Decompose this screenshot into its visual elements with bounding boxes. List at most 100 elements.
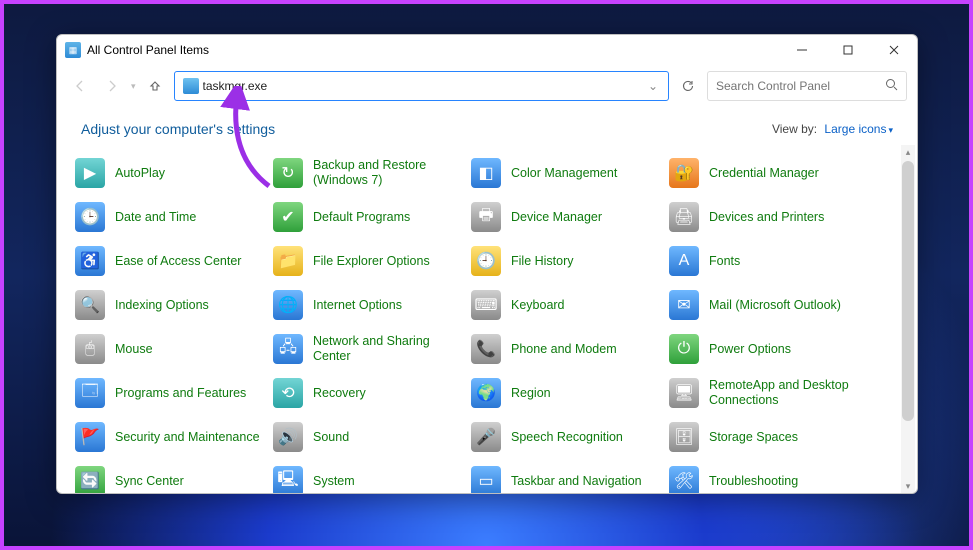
control-panel-item[interactable]: 🌍Region (471, 373, 669, 413)
page-title: Adjust your computer's settings (81, 121, 275, 137)
content-area: ▶AutoPlay↻ Backup and Restore (Windows 7)… (57, 145, 917, 493)
control-panel-item[interactable]: ↻ Backup and Restore (Windows 7) (273, 153, 471, 193)
navigation-bar: ▾ ⌄ (57, 65, 917, 107)
scroll-down-icon[interactable]: ▾ (901, 479, 915, 493)
control-panel-item[interactable]: 🗄Storage Spaces (669, 417, 867, 457)
item-icon: 🖧 (273, 334, 303, 364)
item-label: System (313, 474, 355, 489)
item-label: Power Options (709, 342, 791, 357)
titlebar: ▦ All Control Panel Items (57, 35, 917, 65)
item-label: Troubleshooting (709, 474, 798, 489)
item-icon: A (669, 246, 699, 276)
control-panel-item[interactable]: 🖥 RemoteApp and Desktop Connections (669, 373, 867, 413)
item-label: Network and Sharing Center (313, 334, 463, 364)
address-bar-icon (183, 78, 199, 94)
control-panel-item[interactable]: 🛠Troubleshooting (669, 461, 867, 493)
control-panel-item[interactable]: 🔊 Sound (273, 417, 471, 457)
control-panel-item[interactable]: ✉Mail (Microsoft Outlook) (669, 285, 867, 325)
item-label: Default Programs (313, 210, 410, 225)
refresh-button[interactable] (675, 73, 701, 99)
maximize-button[interactable] (825, 35, 871, 65)
item-icon: 🕘 (471, 246, 501, 276)
item-label: Backup and Restore (Windows 7) (313, 158, 463, 188)
control-panel-item[interactable]: ✔Default Programs (273, 197, 471, 237)
view-by: View by: Large icons▾ (772, 122, 893, 136)
up-button[interactable] (142, 73, 168, 99)
item-label: Device Manager (511, 210, 602, 225)
item-icon: ♿ (75, 246, 105, 276)
item-icon: 🔊 (273, 422, 303, 452)
control-panel-item[interactable]: 🎤Speech Recognition (471, 417, 669, 457)
window-title: All Control Panel Items (87, 43, 209, 57)
control-panel-item[interactable]: ◧Color Management (471, 153, 669, 193)
item-icon: 🎤 (471, 422, 501, 452)
control-panel-icon: ▦ (65, 42, 81, 58)
recent-dropdown-icon[interactable]: ▾ (131, 81, 136, 92)
item-label: RemoteApp and Desktop Connections (709, 378, 859, 408)
window-controls (779, 35, 917, 65)
item-icon: ↻ (273, 158, 303, 188)
control-panel-item[interactable]: 🌐Internet Options (273, 285, 471, 325)
forward-button[interactable] (99, 73, 125, 99)
view-by-dropdown[interactable]: Large icons▾ (824, 122, 893, 136)
control-panel-item[interactable]: 🕘 File History (471, 241, 669, 281)
control-panel-item[interactable]: 🗔 Programs and Features (75, 373, 273, 413)
items-grid: ▶AutoPlay↻ Backup and Restore (Windows 7)… (75, 153, 917, 493)
control-panel-item[interactable]: 🖨Devices and Printers (669, 197, 867, 237)
item-label: Phone and Modem (511, 342, 617, 357)
item-icon: 🔍 (75, 290, 105, 320)
control-panel-item[interactable]: 🕒Date and Time (75, 197, 273, 237)
item-label: Color Management (511, 166, 617, 181)
item-icon: 🖥 (669, 378, 699, 408)
scroll-thumb[interactable] (902, 161, 914, 421)
address-dropdown-icon[interactable]: ⌄ (642, 79, 664, 93)
chevron-down-icon: ▾ (888, 125, 893, 135)
control-panel-item[interactable]: 🔄Sync Center (75, 461, 273, 493)
item-label: AutoPlay (115, 166, 165, 181)
control-panel-item[interactable]: 📁 File Explorer Options (273, 241, 471, 281)
item-label: Security and Maintenance (115, 430, 260, 445)
search-input[interactable] (716, 79, 885, 93)
control-panel-item[interactable]: ⌨Keyboard (471, 285, 669, 325)
control-panel-item[interactable]: ▶AutoPlay (75, 153, 273, 193)
item-label: Sound (313, 430, 349, 445)
control-panel-item[interactable]: 🖱 Mouse (75, 329, 273, 369)
address-input[interactable] (203, 79, 642, 93)
item-icon: 🔄 (75, 466, 105, 493)
item-icon: ⌨ (471, 290, 501, 320)
view-by-label: View by: (772, 122, 817, 136)
item-icon: 🌐 (273, 290, 303, 320)
control-panel-item[interactable]: ⟲Recovery (273, 373, 471, 413)
item-label: Mouse (115, 342, 153, 357)
control-panel-item[interactable]: ♿ Ease of Access Center (75, 241, 273, 281)
item-label: Taskbar and Navigation (511, 474, 642, 489)
control-panel-item[interactable]: ▭Taskbar and Navigation (471, 461, 669, 493)
close-button[interactable] (871, 35, 917, 65)
minimize-button[interactable] (779, 35, 825, 65)
search-box[interactable] (707, 71, 907, 101)
item-icon: 🖱 (75, 334, 105, 364)
control-panel-item[interactable]: 🔐Credential Manager (669, 153, 867, 193)
address-bar[interactable]: ⌄ (174, 71, 669, 101)
control-panel-item[interactable]: AFonts (669, 241, 867, 281)
item-icon: 🕒 (75, 202, 105, 232)
control-panel-item[interactable]: 🚩Security and Maintenance (75, 417, 273, 457)
item-icon: 🗔 (75, 378, 105, 408)
control-panel-item[interactable]: ⏻Power Options (669, 329, 867, 369)
scrollbar[interactable]: ▴ ▾ (901, 145, 915, 493)
control-panel-item[interactable]: 📞Phone and Modem (471, 329, 669, 369)
control-panel-item[interactable]: 🔍Indexing Options (75, 285, 273, 325)
control-panel-item[interactable]: 🖳System (273, 461, 471, 493)
item-icon: 🖶 (471, 202, 501, 232)
back-button[interactable] (67, 73, 93, 99)
item-label: Ease of Access Center (115, 254, 241, 269)
item-label: Programs and Features (115, 386, 246, 401)
scroll-up-icon[interactable]: ▴ (901, 145, 915, 159)
item-label: Recovery (313, 386, 366, 401)
item-icon: 🔐 (669, 158, 699, 188)
item-label: File Explorer Options (313, 254, 430, 269)
control-panel-item[interactable]: 🖧 Network and Sharing Center (273, 329, 471, 369)
control-panel-item[interactable]: 🖶 Device Manager (471, 197, 669, 237)
item-label: File History (511, 254, 574, 269)
item-icon: 📁 (273, 246, 303, 276)
